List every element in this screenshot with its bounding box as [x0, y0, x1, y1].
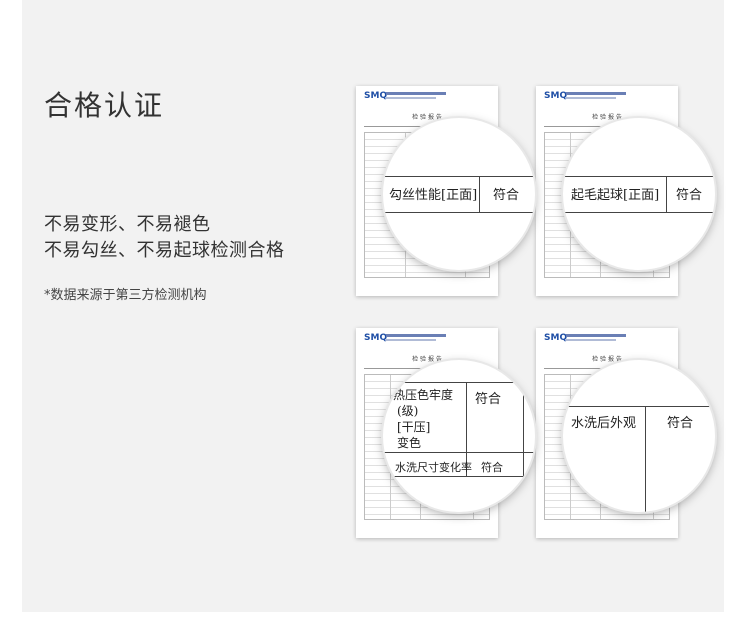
org-name-subbar — [566, 339, 616, 341]
magnified-result: 符合 — [493, 188, 520, 203]
org-name-bar — [386, 92, 446, 95]
org-name-bar — [386, 334, 446, 337]
magnified-item-2: 水洗尺寸变化率 — [395, 461, 472, 474]
magnifier-color-fastness: 热压色牢度 (级) [干压] 变色 符合 水洗尺寸变化率 符合 — [383, 360, 535, 512]
magnified-item: 勾丝性能[正面] — [389, 188, 478, 203]
magnified-item: 起毛起球[正面] — [571, 188, 660, 203]
magnified-item: 热压色牢度 — [393, 388, 454, 402]
magnified-item-unit: (级) — [397, 404, 419, 418]
magnifier-pilling: 起毛起球[正面] 符合 — [563, 118, 715, 270]
magnified-result-2: 符合 — [481, 461, 503, 474]
org-name-subbar — [386, 97, 436, 99]
smq-logo: SMQ — [544, 333, 568, 343]
magnified-item-extra: 变色 — [397, 436, 422, 450]
magnified-result: 符合 — [475, 392, 502, 407]
feature-line-2: 不易勾丝、不易起球检测合格 — [44, 240, 285, 261]
org-name-subbar — [386, 339, 436, 341]
page-title: 合格认证 — [44, 89, 165, 122]
org-name-bar — [566, 334, 626, 337]
magnified-item: 水洗后外观 — [571, 416, 637, 431]
org-name-subbar — [566, 97, 616, 99]
source-note: *数据来源于第三方检测机构 — [44, 288, 207, 303]
org-name-bar — [566, 92, 626, 95]
magnifier-snag-resistance: 勾丝性能[正面] 符合 — [383, 118, 535, 270]
smq-logo: SMQ — [364, 333, 388, 343]
feature-line-1: 不易变形、不易褪色 — [44, 214, 211, 235]
magnified-result: 符合 — [676, 188, 703, 203]
smq-logo: SMQ — [544, 91, 568, 101]
magnified-item-note: [干压] — [397, 420, 431, 434]
smq-logo: SMQ — [364, 91, 388, 101]
magnifier-wash-appearance: 水洗后外观 符合 — [563, 360, 715, 512]
magnified-result: 符合 — [667, 416, 694, 431]
